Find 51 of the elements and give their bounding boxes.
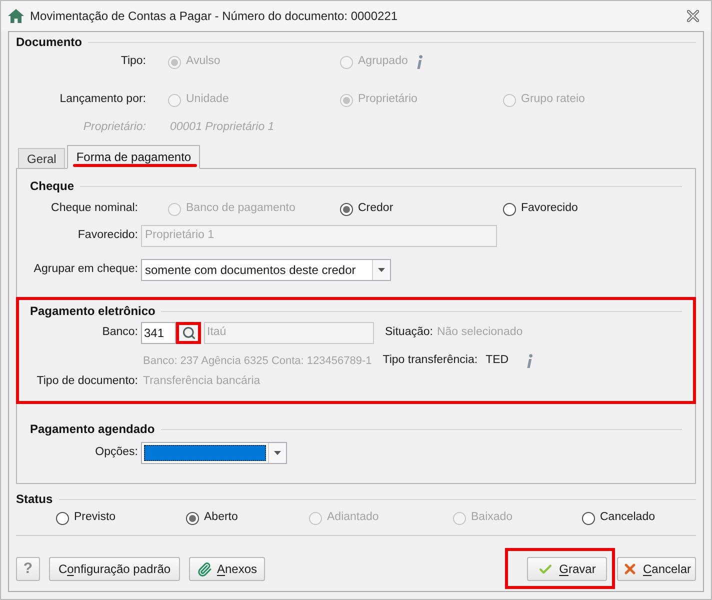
input-field[interactable]: 341 xyxy=(141,322,176,344)
field-label: Proprietário: xyxy=(83,120,146,136)
section-heading: Status xyxy=(16,491,53,508)
search-button[interactable] xyxy=(176,322,201,344)
radio-icon[interactable] xyxy=(340,202,353,216)
radio-option[interactable]: Aberto xyxy=(186,509,238,527)
search-icon xyxy=(182,326,196,340)
close-button[interactable] xyxy=(687,10,699,22)
paperclip-icon xyxy=(196,562,212,576)
default-settings-button[interactable]: Configuração padrão xyxy=(49,557,180,581)
field-value: TED xyxy=(486,353,509,368)
field-label: Lançamento por: xyxy=(60,92,146,108)
window-title: Movimentação de Contas a Pagar - Número do documento: 0000221 xyxy=(30,8,398,25)
section-heading: Documento xyxy=(16,34,82,51)
tab[interactable]: Forma de pagamento xyxy=(67,145,200,169)
field-label: Tipo de documento: xyxy=(36,374,138,390)
field-label: Opções: xyxy=(95,445,138,460)
dropdown[interactable]: somente com documentos deste credor xyxy=(141,259,391,281)
field-label: Agrupar em cheque: xyxy=(34,262,138,278)
save-button[interactable]: Gravar xyxy=(527,557,607,581)
info-icon[interactable] xyxy=(524,354,533,368)
field-label: Tipo transferência: xyxy=(382,353,478,368)
caret-icon xyxy=(378,268,385,272)
radio-option[interactable]: Cancelado xyxy=(582,509,655,527)
radio-icon[interactable] xyxy=(56,512,69,524)
field-value: 00001 Proprietário 1 xyxy=(170,120,274,136)
attachments-button[interactable]: Anexos xyxy=(189,557,265,581)
field-label: Favorecido: xyxy=(78,228,138,244)
caret-icon xyxy=(274,451,281,455)
field-value: Não selecionado xyxy=(436,325,523,340)
radio-icon[interactable] xyxy=(582,512,595,524)
radio-option[interactable]: Previsto xyxy=(56,509,116,527)
radio-icon[interactable] xyxy=(186,512,199,524)
field-label: Situação: xyxy=(385,325,433,340)
field-label: Cheque nominal: xyxy=(51,201,138,216)
radio-option[interactable]: Favorecido xyxy=(503,200,578,218)
section-heading: Cheque xyxy=(30,178,74,195)
tab[interactable]: Geral xyxy=(18,148,66,169)
cancel-button[interactable]: Cancelar xyxy=(617,557,696,581)
check-icon xyxy=(538,562,554,576)
radio-option[interactable]: Credor xyxy=(340,200,394,218)
radio-icon[interactable] xyxy=(503,202,516,216)
field-label: Banco: xyxy=(102,325,138,340)
close-icon xyxy=(687,10,699,22)
section-heading: Pagamento eletrônico xyxy=(30,303,156,320)
account-details: Banco: 237 Agência 6325 Conta: 123456789-1 xyxy=(143,354,372,369)
dropdown[interactable] xyxy=(141,442,287,464)
house-icon xyxy=(8,9,24,23)
section-heading: Pagamento agendado xyxy=(30,421,155,438)
field-label: Tipo: xyxy=(120,54,146,70)
field-value: Transferência bancária xyxy=(143,374,260,390)
